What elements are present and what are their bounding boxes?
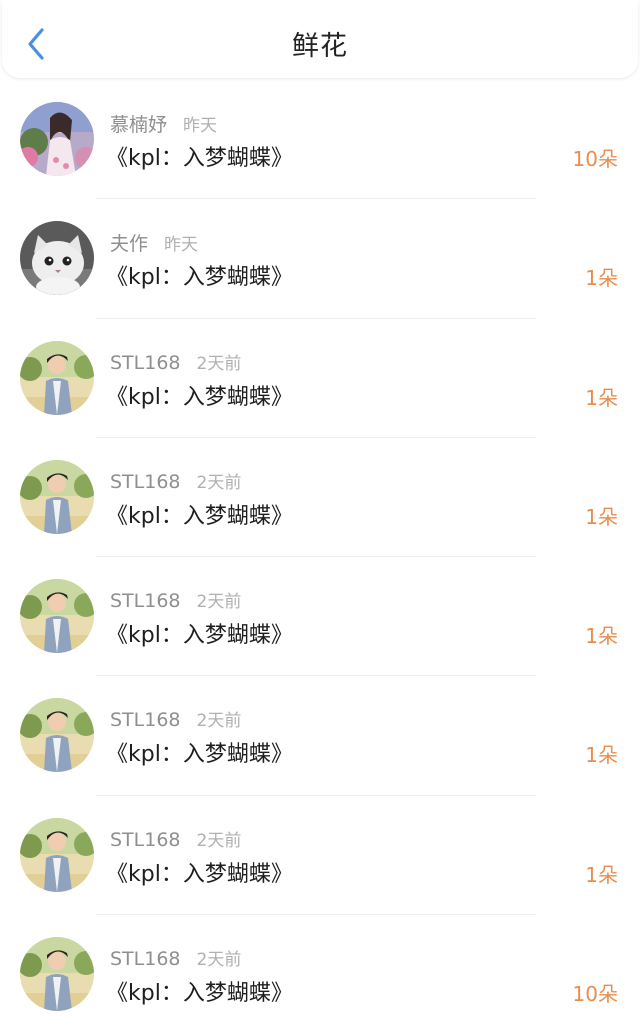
timestamp: 2天前 [196, 950, 242, 971]
avatar[interactable] [20, 579, 94, 654]
flower-count: 1朵 [585, 385, 618, 410]
page-title: 鲜花 [292, 31, 348, 62]
flower-count: 1朵 [585, 504, 618, 529]
username[interactable]: STL168 [110, 829, 181, 851]
timestamp: 2天前 [196, 711, 242, 732]
avatar-white-cat [20, 221, 94, 296]
username[interactable]: 慕楠妤 [110, 114, 167, 136]
avatar-boy-outdoor [20, 817, 94, 892]
gift-title: 《kpl：入梦蝴蝶》 [106, 384, 293, 410]
avatar[interactable] [20, 459, 94, 534]
list-item[interactable]: STL168 2天前 《kpl：入梦蝴蝶》 10朵 [0, 915, 640, 1034]
top-nav-bar: 鲜花 [2, 0, 638, 78]
avatar[interactable] [20, 102, 94, 176]
timestamp: 2天前 [196, 592, 242, 613]
username[interactable]: STL168 [110, 948, 181, 970]
avatar[interactable] [20, 937, 94, 1012]
list-item[interactable]: 夫作 昨天 《kpl：入梦蝴蝶》 1朵 [0, 199, 640, 319]
timestamp: 2天前 [196, 353, 242, 374]
gift-title: 《kpl：入梦蝴蝶》 [106, 503, 293, 529]
username[interactable]: STL168 [110, 352, 181, 374]
username[interactable]: STL168 [110, 709, 181, 731]
flower-count: 10朵 [572, 982, 618, 1007]
flower-count: 10朵 [572, 147, 618, 171]
list-item[interactable]: 慕楠妤 昨天 《kpl：入梦蝴蝶》 10朵 [0, 80, 640, 200]
avatar[interactable] [20, 340, 94, 415]
avatar-boy-outdoor [20, 937, 94, 1012]
timestamp: 昨天 [183, 116, 218, 136]
flower-count: 1朵 [585, 624, 618, 649]
gift-record-list: 慕楠妤 昨天 《kpl：入梦蝴蝶》 10朵 夫作 昨天 《kpl：入梦蝴蝶》 1… [0, 80, 640, 1034]
avatar-boy-outdoor [20, 698, 94, 773]
gift-title: 《kpl：入梦蝴蝶》 [106, 742, 293, 768]
flower-count: 1朵 [585, 743, 618, 768]
gift-title: 《kpl：入梦蝴蝶》 [106, 146, 293, 171]
list-item[interactable]: STL168 2天前 《kpl：入梦蝴蝶》 1朵 [0, 319, 640, 438]
list-item[interactable]: STL168 2天前 《kpl：入梦蝴蝶》 1朵 [0, 796, 640, 916]
avatar-boy-outdoor [20, 579, 94, 654]
avatar-boy-outdoor [20, 459, 94, 534]
list-item[interactable]: STL168 2天前 《kpl：入梦蝴蝶》 1朵 [0, 438, 640, 558]
gift-title: 《kpl：入梦蝴蝶》 [106, 265, 293, 291]
avatar[interactable] [20, 698, 94, 773]
timestamp: 昨天 [164, 235, 199, 256]
avatar[interactable] [20, 221, 94, 296]
flower-count: 1朵 [585, 862, 618, 887]
list-item[interactable]: STL168 2天前 《kpl：入梦蝴蝶》 1朵 [0, 557, 640, 677]
avatar-girl-flowers [20, 102, 94, 176]
username[interactable]: 夫作 [110, 233, 148, 255]
timestamp: 2天前 [196, 472, 242, 493]
timestamp: 2天前 [196, 830, 242, 851]
list-item[interactable]: STL168 2天前 《kpl：入梦蝴蝶》 1朵 [0, 676, 640, 796]
username[interactable]: STL168 [110, 471, 181, 493]
gift-title: 《kpl：入梦蝴蝶》 [106, 623, 293, 649]
flower-count: 1朵 [585, 266, 618, 291]
username[interactable]: STL168 [110, 590, 181, 612]
avatar-boy-outdoor [20, 340, 94, 415]
gift-title: 《kpl：入梦蝴蝶》 [106, 981, 293, 1007]
gift-title: 《kpl：入梦蝴蝶》 [106, 861, 293, 887]
avatar[interactable] [20, 817, 94, 892]
